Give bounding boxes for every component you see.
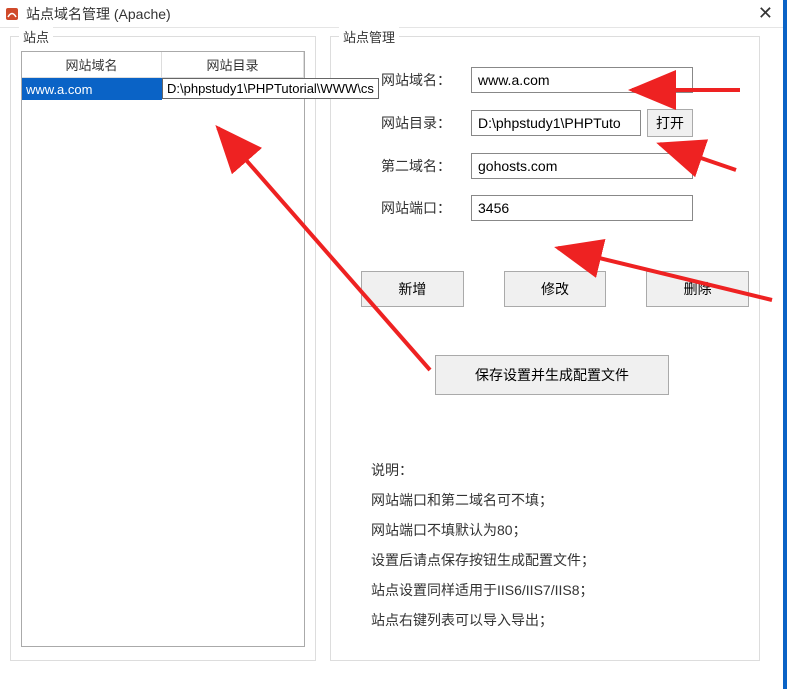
window-border-right (783, 0, 787, 689)
notes-line: 网站端口不填默认为80； (371, 515, 749, 545)
cell-domain: www.a.com (22, 78, 162, 100)
label-domain: 网站域名： (381, 70, 471, 90)
sites-list[interactable]: 网站域名 网站目录 www.a.com D:\phpstudy1\PHPTuto… (21, 51, 305, 647)
dir-tooltip: D:\phpstudy1\PHPTutorial\WWW\cs (162, 78, 379, 99)
sites-groupbox: 站点 网站域名 网站目录 www.a.com D:\phpstudy1\PHPT… (10, 36, 316, 661)
cell-dir: D:\phpstudy1\PHPTutorial\WWW\cs (162, 78, 304, 100)
notes-title: 说明： (371, 455, 749, 485)
table-row[interactable]: www.a.com D:\phpstudy1\PHPTutorial\WWW\c… (22, 78, 304, 100)
col-header-dir[interactable]: 网站目录 (162, 52, 304, 77)
app-icon (4, 6, 20, 22)
dir-field[interactable] (471, 110, 641, 136)
notes-line: 站点设置同样适用于IIS6/IIS7/IIS8； (371, 575, 749, 605)
add-button[interactable]: 新增 (361, 271, 464, 307)
open-button[interactable]: 打开 (647, 109, 693, 137)
edit-button[interactable]: 修改 (504, 271, 607, 307)
label-second-domain: 第二域名： (381, 156, 471, 176)
sites-legend: 站点 (19, 27, 53, 46)
manage-legend: 站点管理 (339, 27, 399, 46)
notes-line: 网站端口和第二域名可不填； (371, 485, 749, 515)
domain-field[interactable] (471, 67, 693, 93)
list-header: 网站域名 网站目录 (22, 52, 304, 78)
col-header-domain[interactable]: 网站域名 (22, 52, 162, 77)
label-dir: 网站目录： (381, 113, 471, 133)
notes-line: 站点右键列表可以导入导出； (371, 605, 749, 635)
notes-line: 设置后请点保存按钮生成配置文件； (371, 545, 749, 575)
notes-block: 说明： 网站端口和第二域名可不填； 网站端口不填默认为80； 设置后请点保存按钮… (371, 455, 749, 635)
save-config-button[interactable]: 保存设置并生成配置文件 (435, 355, 669, 395)
delete-button[interactable]: 删除 (646, 271, 749, 307)
second-domain-field[interactable] (471, 153, 693, 179)
label-port: 网站端口： (381, 198, 471, 218)
window-title: 站点域名管理 (Apache) (26, 4, 171, 24)
site-manage-groupbox: 站点管理 网站域名： 网站目录： 打开 第二域名： 网站端口： 新增 修改 删除… (330, 36, 760, 661)
window-titlebar: 站点域名管理 (Apache) ✕ (0, 0, 787, 28)
port-field[interactable] (471, 195, 693, 221)
close-icon[interactable]: ✕ (752, 3, 779, 24)
